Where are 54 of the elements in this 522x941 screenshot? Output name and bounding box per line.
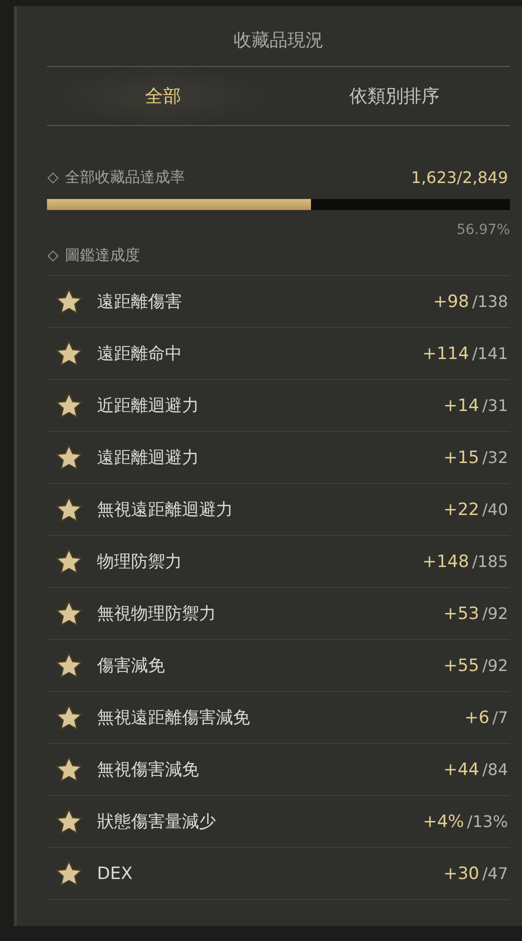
star-icon xyxy=(55,548,83,575)
tab[interactable]: 依類別排序 xyxy=(278,67,510,125)
collection-count: 1,623/2,849 xyxy=(411,168,508,187)
stat-bonus: +55 xyxy=(443,656,480,676)
section-label: 圖鑑達成度 xyxy=(65,246,140,265)
panel-title: 收藏品現況 xyxy=(232,29,324,53)
stat-max: /47 xyxy=(482,864,508,883)
stat-max: /185 xyxy=(472,552,508,571)
stat-bonus: +14 xyxy=(443,396,480,416)
stat-bonus: +22 xyxy=(443,500,480,520)
stat-max: /84 xyxy=(482,760,508,779)
star-icon xyxy=(55,444,83,471)
star-icon xyxy=(55,496,83,523)
stat-bonus: +30 xyxy=(443,864,480,884)
stat-bonus: +15 xyxy=(443,448,480,468)
stat-bonus: +4% xyxy=(422,812,464,832)
stat-max: /141 xyxy=(472,344,508,363)
stat-bonus: +98 xyxy=(433,292,470,312)
stat-name: DEX xyxy=(97,864,134,884)
stat-bonus: +44 xyxy=(443,760,480,780)
star-icon xyxy=(55,288,83,315)
stat-max: /13% xyxy=(467,812,508,831)
star-icon xyxy=(55,756,83,783)
stat-bonus: +114 xyxy=(422,344,470,364)
star-icon xyxy=(55,860,83,887)
stat-name: 物理防禦力 xyxy=(97,551,183,573)
stat-name: 近距離迴避力 xyxy=(97,395,200,417)
stat-max: /40 xyxy=(482,500,508,519)
star-icon xyxy=(55,704,83,731)
stat-bonus: +6 xyxy=(464,708,490,728)
stat-name: 無視傷害減免 xyxy=(97,759,200,781)
star-icon xyxy=(55,808,83,835)
stat-name: 遠距離命中 xyxy=(97,343,183,365)
stat-bonus: +148 xyxy=(422,552,470,572)
section-label: 全部收藏品達成率 xyxy=(65,168,185,187)
stat-max: /7 xyxy=(492,708,508,727)
stat-name: 無視遠距離傷害減免 xyxy=(97,707,251,729)
stat-bonus: +53 xyxy=(443,604,480,624)
stat-name: 無視遠距離迴避力 xyxy=(97,499,234,521)
stat-max: /92 xyxy=(482,656,508,675)
percent-label: 56.97% xyxy=(456,222,510,238)
star-icon xyxy=(55,600,83,627)
stat-name: 遠距離傷害 xyxy=(97,291,183,313)
star-icon xyxy=(55,392,83,419)
stat-name: 狀態傷害量減少 xyxy=(97,811,217,833)
stat-name: 無視物理防禦力 xyxy=(97,603,217,625)
stat-name: 傷害減免 xyxy=(97,655,166,677)
star-icon xyxy=(55,340,83,367)
star-icon xyxy=(55,652,83,679)
stat-max: /138 xyxy=(472,292,508,311)
stat-max: /31 xyxy=(482,396,508,415)
stat-max: /92 xyxy=(482,604,508,623)
stat-max: /32 xyxy=(482,448,508,467)
stat-name: 遠距離迴避力 xyxy=(97,447,200,469)
